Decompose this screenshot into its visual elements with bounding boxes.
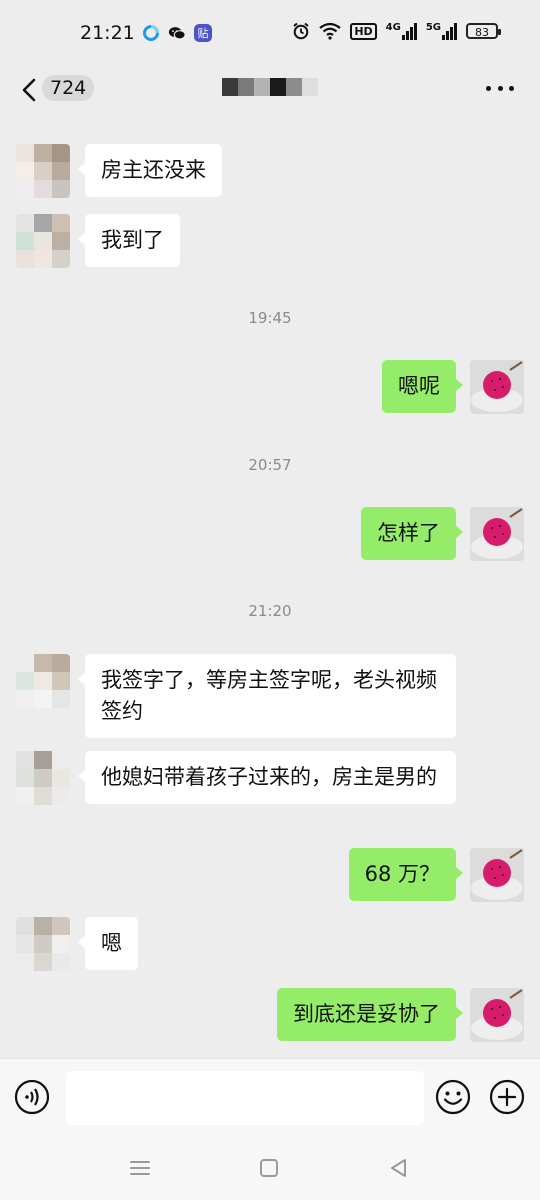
unread-count-badge[interactable]: 724 — [42, 75, 95, 101]
voice-input-icon[interactable] — [14, 1079, 50, 1115]
back-arrow-icon[interactable] — [18, 74, 42, 106]
status-time: 21:21 — [80, 22, 135, 44]
plus-icon[interactable] — [489, 1079, 525, 1115]
message-bubble-outgoing[interactable]: 68 万？ — [348, 848, 464, 901]
dragon-fruit-avatar-image — [470, 360, 524, 414]
message-timestamp: 20:57 — [248, 456, 292, 474]
wifi-icon — [319, 22, 341, 40]
message-bubble-incoming[interactable]: 房主还没来 — [78, 144, 222, 197]
contact-avatar[interactable] — [16, 144, 70, 198]
contact-avatar[interactable] — [16, 751, 70, 805]
message-bubble-incoming[interactable]: 我到了 — [78, 214, 180, 267]
my-avatar[interactable] — [470, 848, 524, 902]
signal-4g-label: 4G — [385, 21, 401, 33]
status-right-icons: HD 4G 5G 83 — [292, 21, 501, 40]
message-bubble-outgoing[interactable]: 怎样了 — [361, 507, 463, 560]
hd-indicator: HD — [350, 22, 377, 40]
signal-4g-icon: 4G — [385, 21, 417, 40]
dragon-fruit-avatar-image — [470, 507, 524, 561]
battery-level: 83 — [475, 26, 489, 39]
dragon-fruit-avatar-image — [470, 848, 524, 902]
chat-title-redacted — [222, 78, 318, 96]
dragon-fruit-avatar-image — [470, 988, 524, 1042]
wechat-icon — [168, 24, 186, 42]
signal-5g-icon: 5G — [425, 21, 457, 40]
alarm-icon — [293, 22, 309, 40]
message-timestamp: 19:45 — [248, 309, 292, 327]
message-bubble-incoming[interactable]: 他媳妇带着孩子过来的，房主是男的 — [78, 751, 456, 804]
contact-avatar[interactable] — [16, 214, 70, 268]
home-icon[interactable] — [255, 1154, 283, 1182]
qq-browser-icon — [142, 24, 160, 42]
message-timestamp: 21:20 — [248, 602, 292, 620]
message-bubble-incoming[interactable]: 我签字了，等房主签字呢，老头视频签约 — [78, 654, 456, 738]
message-bubble-outgoing[interactable]: 到底还是妥协了 — [277, 988, 463, 1041]
recent-apps-icon[interactable] — [126, 1154, 154, 1182]
contact-avatar[interactable] — [16, 917, 70, 971]
message-text-input[interactable] — [66, 1071, 424, 1125]
sticky-app-icon: 贴 — [194, 24, 212, 42]
my-avatar[interactable] — [470, 360, 524, 414]
system-navigation-bar — [0, 1138, 540, 1200]
message-bubble-outgoing[interactable]: 嗯呢 — [382, 360, 463, 413]
signal-5g-label: 5G — [425, 21, 441, 33]
chat-header: 724 — [0, 64, 540, 120]
message-bubble-incoming[interactable]: 嗯 — [78, 917, 138, 970]
status-app-icons: 贴 — [142, 24, 212, 42]
chat-message-list[interactable]: 房主还没来 我到了 19:45 嗯呢 20:57 怎样了 21:20 我签字了，… — [0, 120, 540, 1060]
message-input-bar — [0, 1058, 540, 1139]
sticky-app-label: 贴 — [197, 27, 209, 40]
back-nav-icon[interactable] — [385, 1154, 413, 1182]
more-options-button[interactable] — [486, 76, 514, 100]
status-bar: 21:21 贴 HD 4G 5G 83 — [0, 0, 540, 64]
emoji-icon[interactable] — [435, 1079, 471, 1115]
my-avatar[interactable] — [470, 988, 524, 1042]
battery-icon: 83 — [466, 23, 501, 39]
contact-avatar[interactable] — [16, 654, 70, 708]
my-avatar[interactable] — [470, 507, 524, 561]
